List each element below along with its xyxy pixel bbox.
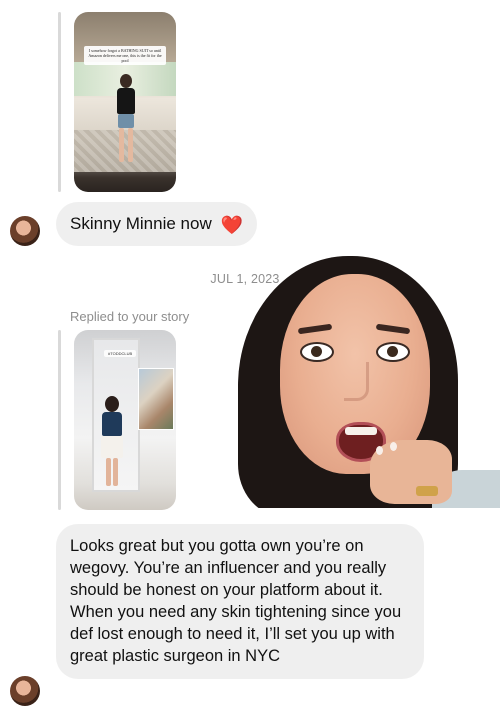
message-bubble[interactable]: Looks great but you gotta own you’re on …: [56, 524, 424, 679]
message-text: Skinny Minnie now: [70, 214, 212, 233]
story-thumbnail[interactable]: #TODDCLUB: [74, 330, 176, 510]
story-person: [112, 74, 142, 174]
reaction-face-overlay: [232, 252, 500, 508]
story-painting: [138, 368, 174, 430]
replied-to-story-label: Replied to your story: [70, 309, 190, 324]
story-reply-indicator-line: [58, 12, 61, 192]
sender-avatar[interactable]: [10, 216, 40, 246]
story-caption: I somehow forgot a BATHING SUIT so until…: [84, 46, 166, 65]
heart-on-fire-icon: ❤️: [220, 214, 243, 235]
story-thumbnail[interactable]: I somehow forgot a BATHING SUIT so until…: [74, 12, 176, 192]
story-person: [98, 396, 128, 496]
sender-avatar[interactable]: [10, 676, 40, 706]
story-tag: #TODDCLUB: [104, 350, 137, 357]
message-bubble[interactable]: Skinny Minnie now ❤️: [56, 202, 257, 246]
message-text: Looks great but you gotta own you’re on …: [70, 537, 402, 665]
story-reply-indicator-line: [58, 330, 61, 510]
